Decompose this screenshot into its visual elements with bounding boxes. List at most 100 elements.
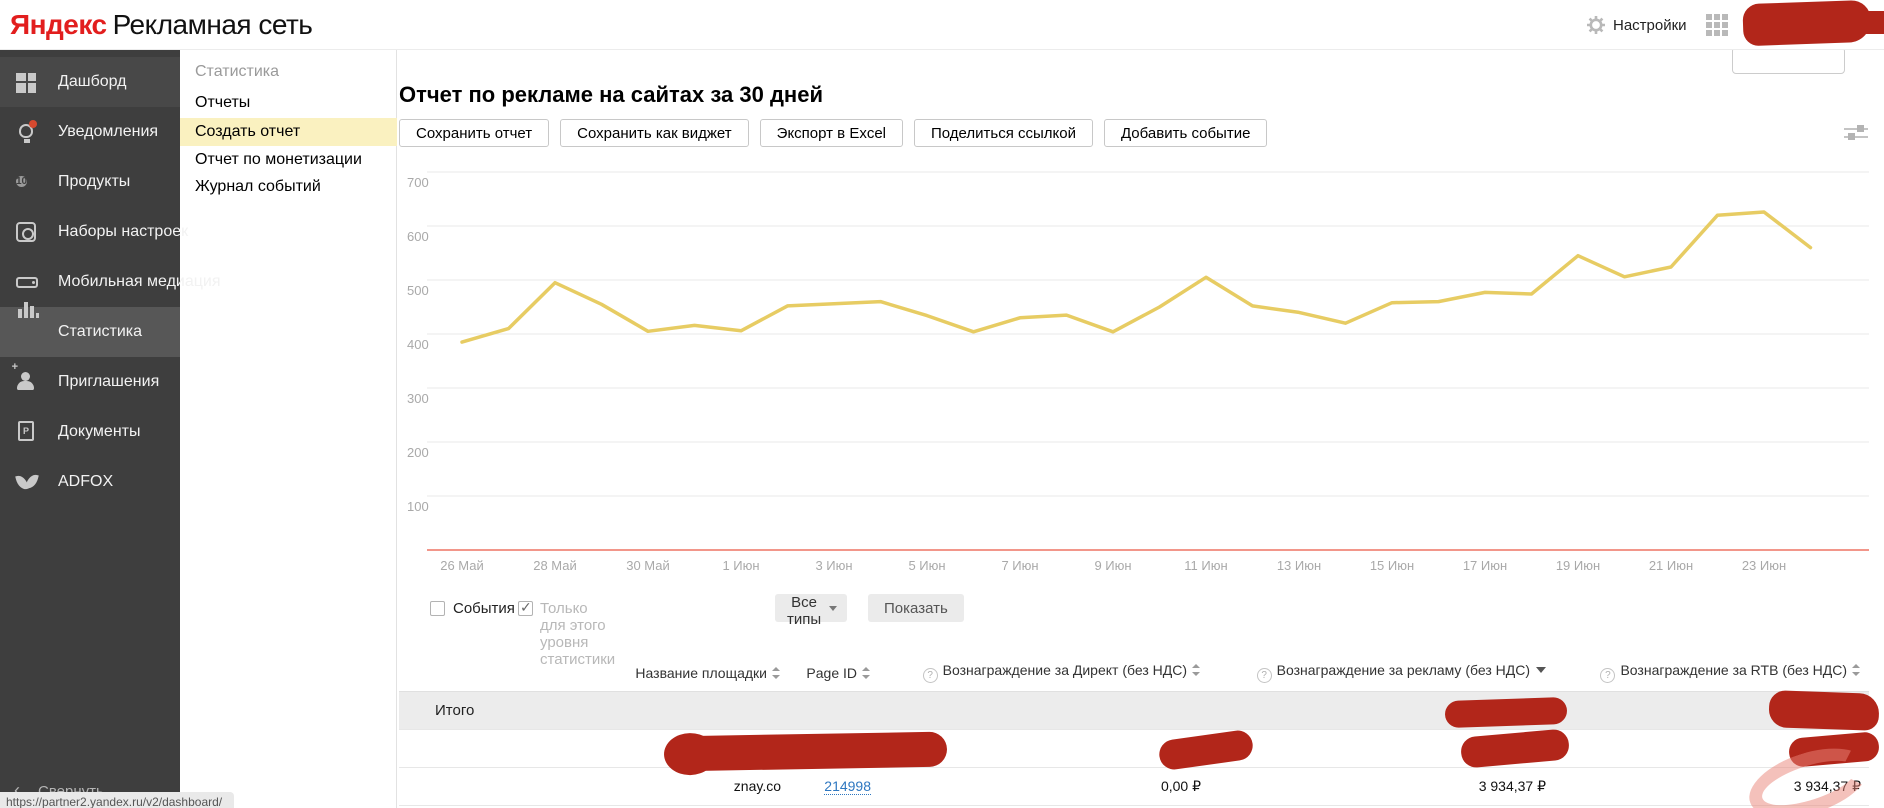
svg-text:200: 200 bbox=[407, 445, 429, 460]
page-id-link[interactable]: 214998 bbox=[824, 778, 871, 795]
event-types-dropdown[interactable]: Все типы bbox=[775, 594, 848, 628]
svg-text:17 Июн: 17 Июн bbox=[1463, 558, 1507, 573]
subnav-item-create-report[interactable]: Создать отчет bbox=[180, 118, 397, 146]
help-icon[interactable] bbox=[1600, 668, 1616, 684]
subnav-item-event-log[interactable]: Журнал событий bbox=[180, 173, 397, 201]
sidebar-item-label: Статистика bbox=[58, 323, 143, 340]
add-event-button[interactable]: Добавить событие bbox=[1103, 119, 1268, 147]
svg-text:23 Июн: 23 Июн bbox=[1742, 558, 1786, 573]
ads-reward-cell: 3 934,37 ₽ bbox=[1478, 777, 1546, 794]
help-icon[interactable] bbox=[922, 668, 938, 684]
date-range-button-cutoff[interactable] bbox=[1732, 47, 1845, 74]
help-icon[interactable] bbox=[1256, 668, 1272, 684]
report-table: Название площадки Page ID Вознаграждение… bbox=[399, 655, 1881, 808]
subnav-item-reports[interactable]: Отчеты bbox=[180, 89, 397, 117]
svg-text:11 Июн: 11 Июн bbox=[1184, 558, 1227, 573]
redaction-scribble bbox=[1768, 690, 1880, 731]
svg-text:300: 300 bbox=[407, 391, 429, 406]
statusbar-url-tooltip: https://partner2.yandex.ru/v2/dashboard/ bbox=[0, 792, 234, 808]
sidebar-item-label: Уведомления bbox=[58, 123, 159, 140]
svg-text:28 Май: 28 Май bbox=[533, 558, 577, 573]
sidebar-item-statistics[interactable]: Статистика bbox=[0, 302, 180, 357]
logo-yandex-text: Яндекс bbox=[10, 9, 107, 40]
products-icon bbox=[16, 176, 28, 187]
mobile-mediation-icon bbox=[16, 277, 38, 288]
only-this-level-checkbox[interactable] bbox=[518, 599, 533, 616]
svg-text:21 Июн: 21 Июн bbox=[1649, 558, 1693, 573]
sidebar-item-label: ADFOX bbox=[58, 473, 114, 490]
table-row-redacted-site bbox=[399, 729, 1869, 767]
svg-text:5 Июн: 5 Июн bbox=[908, 558, 945, 573]
svg-text:15 Июн: 15 Июн bbox=[1370, 558, 1414, 573]
sidebar-item-documents[interactable]: Документы bbox=[0, 407, 180, 457]
settings-set-icon bbox=[16, 222, 36, 242]
dashboard-icon bbox=[16, 71, 40, 95]
sidebar-item-label: Мобильная медиация bbox=[58, 273, 221, 290]
top-header: Яндекс Рекламная сеть Настройки bbox=[0, 0, 1884, 50]
sidebar-item-dashboard[interactable]: Дашборд bbox=[0, 57, 180, 107]
sidebar-item-label: Продукты bbox=[58, 173, 131, 190]
sort-icon bbox=[772, 666, 781, 679]
settings-label: Настройки bbox=[1613, 16, 1687, 34]
svg-text:100: 100 bbox=[407, 499, 429, 514]
save-report-button[interactable]: Сохранить отчет bbox=[399, 119, 550, 147]
save-as-widget-button[interactable]: Сохранить как виджет bbox=[560, 119, 749, 147]
svg-text:9 Июн: 9 Июн bbox=[1094, 558, 1131, 573]
redaction-scribble bbox=[669, 731, 948, 772]
sidebar-item-label: Приглашения bbox=[58, 373, 160, 390]
sidebar-item-products[interactable]: Продукты bbox=[0, 157, 180, 207]
svg-text:26 Май: 26 Май bbox=[440, 558, 484, 573]
page-title: Отчет по рекламе на сайтах за 30 дней bbox=[399, 82, 823, 107]
sort-icon bbox=[1852, 664, 1861, 677]
svg-text:30 Май: 30 Май bbox=[626, 558, 670, 573]
sidebar-item-mobile-mediation[interactable]: Мобильная медиация bbox=[0, 257, 221, 307]
subnav-section-title: Статистика bbox=[195, 63, 280, 80]
show-button[interactable]: Показать bbox=[868, 594, 964, 622]
sidebar-item-label: Документы bbox=[58, 423, 141, 440]
line-chart-svg: 700 600 500 400 300 200 100 26 Май 28 Май 30 Май 1… bbox=[407, 171, 1869, 573]
main-sidebar: Дашборд Уведомления Продукты Наборы наст… bbox=[0, 50, 221, 808]
column-header-direct-reward[interactable]: Вознаграждение за Директ (без НДС) bbox=[879, 655, 1209, 691]
notification-badge bbox=[29, 120, 37, 128]
svg-text:19 Июн: 19 Июн bbox=[1556, 558, 1600, 573]
sort-desc-icon bbox=[1536, 667, 1546, 674]
column-header-ads-reward[interactable]: Вознаграждение за рекламу (без НДС) bbox=[1209, 655, 1554, 691]
column-header-page-id[interactable]: Page ID bbox=[789, 655, 879, 691]
sidebar-item-label: Наборы настроек bbox=[58, 223, 189, 240]
subnav-item-monetization-report[interactable]: Отчет по монетизации bbox=[180, 146, 397, 174]
svg-text:3 Июн: 3 Июн bbox=[815, 558, 852, 573]
events-checkbox-label: События bbox=[453, 600, 515, 617]
sidebar-item-notifications[interactable]: Уведомления bbox=[0, 107, 180, 157]
total-label: Итого bbox=[435, 701, 475, 719]
site-name-cell: znay.co bbox=[733, 778, 781, 794]
documents-icon bbox=[18, 421, 34, 441]
svg-text:1 Июн: 1 Июн bbox=[722, 558, 759, 573]
svg-text:13 Июн: 13 Июн bbox=[1277, 558, 1321, 573]
sidebar-item-invitations[interactable]: + Приглашения bbox=[0, 357, 180, 407]
column-header-rtb-reward[interactable]: Вознаграждение за RTB (без НДС) bbox=[1554, 655, 1869, 691]
logo-network-text: Рекламная сеть bbox=[112, 9, 313, 40]
sidebar-item-settings-sets[interactable]: Наборы настроек bbox=[0, 207, 188, 257]
share-link-button[interactable]: Поделиться ссылкой bbox=[914, 119, 1093, 147]
direct-reward-cell: 0,00 ₽ bbox=[1160, 777, 1201, 794]
svg-text:400: 400 bbox=[407, 337, 429, 352]
settings-button[interactable]: Настройки bbox=[1586, 13, 1687, 37]
revenue-chart: 700 600 500 400 300 200 100 26 Май 28 Май 30 Май 1… bbox=[399, 140, 1879, 585]
column-header-site-name[interactable]: Название площадки bbox=[399, 655, 789, 691]
yandex-logo[interactable]: Яндекс Рекламная сеть bbox=[10, 9, 313, 41]
sidebar-item-label: Дашборд bbox=[58, 73, 127, 90]
svg-text:500: 500 bbox=[407, 283, 429, 298]
username-redaction-scribble-tail bbox=[1840, 11, 1884, 34]
svg-text:7 Июн: 7 Июн bbox=[1001, 558, 1038, 573]
statistics-subnav: Статистика Отчеты Создать отчет Отчет по… bbox=[180, 50, 397, 808]
sort-icon bbox=[862, 666, 871, 679]
apps-grid-icon[interactable] bbox=[1706, 14, 1730, 38]
export-excel-button[interactable]: Экспорт в Excel bbox=[759, 119, 903, 147]
app-root: ЯндексРекламная сеть Настройки Дашборд bbox=[0, 0, 1884, 808]
sidebar-item-adfox[interactable]: ADFOX bbox=[0, 457, 180, 507]
redaction-scribble bbox=[1444, 696, 1568, 729]
table-row-total: Итого bbox=[399, 691, 1869, 729]
gear-icon bbox=[1587, 16, 1605, 34]
svg-text:700: 700 bbox=[407, 175, 429, 190]
events-checkbox[interactable] bbox=[430, 601, 445, 616]
